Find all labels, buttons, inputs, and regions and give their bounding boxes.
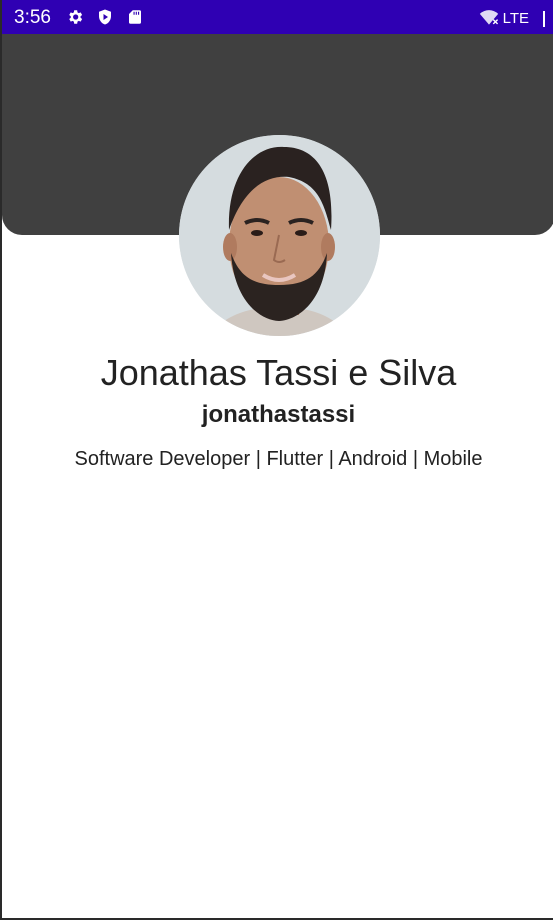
wifi-off-icon [479, 9, 499, 27]
settings-gear-icon [66, 8, 84, 26]
signal-icon [533, 9, 545, 27]
status-time: 3:56 [14, 7, 51, 28]
network-type-label: LTE [502, 9, 529, 27]
sd-card-icon [126, 8, 144, 26]
profile-name: Jonathas Tassi e Silva [100, 352, 457, 393]
profile-avatar [179, 135, 380, 336]
avatar-photo [179, 135, 380, 336]
status-indicators: LTE [479, 7, 545, 29]
profile-bio: Software Developer | Flutter | Android |… [74, 448, 483, 470]
profile-screen: 3:56 LTE Jonathas Tassi e Silva jonathas… [0, 0, 553, 920]
profile-username: jonathastassi [201, 401, 356, 428]
status-bar: 3:56 LTE [2, 0, 553, 34]
play-protect-icon [96, 8, 114, 26]
